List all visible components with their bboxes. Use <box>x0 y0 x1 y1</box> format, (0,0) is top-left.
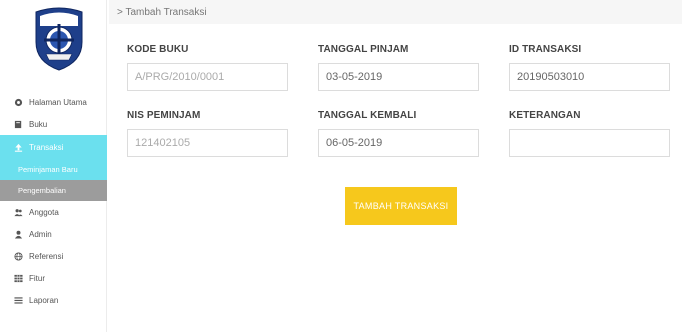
sidebar: Halaman Utama Buku Transaksi Peminjaman … <box>0 0 107 332</box>
keterangan-input[interactable] <box>509 129 670 157</box>
tanggal-kembali-input[interactable] <box>318 129 479 157</box>
nis-peminjam-label: NIS PEMINJAM <box>127 110 201 121</box>
users-icon <box>14 208 23 217</box>
sidebar-item-fitur[interactable]: Fitur <box>0 267 107 289</box>
nis-peminjam-input[interactable] <box>127 129 288 157</box>
sidebar-item-buku[interactable]: Buku <box>0 113 107 135</box>
sidebar-item-label: Transaksi <box>29 142 64 152</box>
kode-buku-label: KODE BUKU <box>127 44 189 55</box>
sidebar-item-label: Peminjaman Baru <box>18 165 78 174</box>
list-icon <box>14 296 23 305</box>
id-transaksi-label: ID TRANSAKSI <box>509 44 582 55</box>
sidebar-item-label: Laporan <box>29 295 59 305</box>
sidebar-item-label: Admin <box>29 229 52 239</box>
grid-icon <box>14 274 23 283</box>
school-logo <box>32 6 86 72</box>
sidebar-item-label: Halaman Utama <box>29 97 87 107</box>
upload-icon <box>14 143 23 152</box>
sidebar-item-laporan[interactable]: Laporan <box>0 289 107 311</box>
book-icon <box>14 120 23 129</box>
tanggal-kembali-label: TANGGAL KEMBALI <box>318 110 417 121</box>
sidebar-item-transaksi[interactable]: Transaksi <box>0 135 107 159</box>
breadcrumb: > Tambah Transaksi <box>109 0 682 24</box>
sidebar-item-label: Fitur <box>29 273 45 283</box>
user-icon <box>14 230 23 239</box>
sidebar-item-label: Buku <box>29 119 48 129</box>
sidebar-nav: Halaman Utama Buku Transaksi Peminjaman … <box>0 91 107 311</box>
sidebar-item-label: Pengembalian <box>18 186 66 195</box>
keterangan-label: KETERANGAN <box>509 110 581 121</box>
sidebar-item-anggota[interactable]: Anggota <box>0 201 107 223</box>
id-transaksi-input[interactable] <box>509 63 670 91</box>
sidebar-item-label: Anggota <box>29 207 59 217</box>
dashboard-icon <box>14 98 23 107</box>
tanggal-pinjam-input[interactable] <box>318 63 479 91</box>
add-transaction-form: KODE BUKU TANGGAL PINJAM ID TRANSAKSI NI… <box>109 24 682 332</box>
sidebar-item-halaman-utama[interactable]: Halaman Utama <box>0 91 107 113</box>
sidebar-subitem-peminjaman-baru[interactable]: Peminjaman Baru <box>0 159 107 180</box>
tambah-transaksi-button[interactable]: TAMBAH TRANSAKSI <box>345 187 457 225</box>
sidebar-item-admin[interactable]: Admin <box>0 223 107 245</box>
kode-buku-input[interactable] <box>127 63 288 91</box>
sidebar-item-referensi[interactable]: Referensi <box>0 245 107 267</box>
sidebar-item-label: Referensi <box>29 251 64 261</box>
tanggal-pinjam-label: TANGGAL PINJAM <box>318 44 409 55</box>
sidebar-subitem-pengembalian[interactable]: Pengembalian <box>0 180 107 201</box>
globe-icon <box>14 251 23 261</box>
